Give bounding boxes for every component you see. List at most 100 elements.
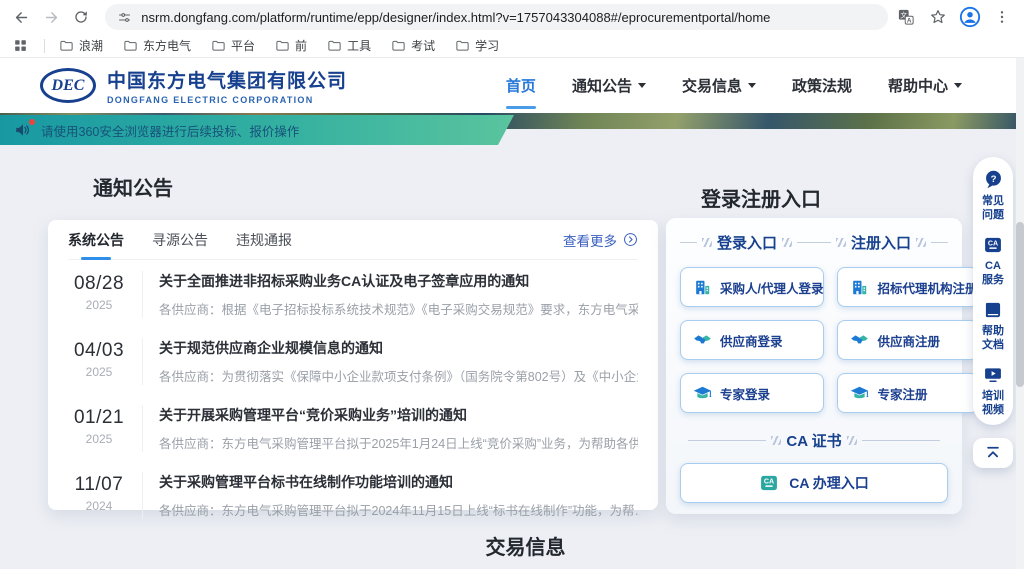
handshake-icon [693,331,712,350]
screen: nsrm.dongfang.com/platform/runtime/epp/d… [0,0,1024,569]
notices-card: 系统公告 寻源公告 违规通报 查看更多 08/28 2025 关于全面推进非招标… [48,220,658,510]
purchaser-agent-login-button[interactable]: 采购人/代理人登录 [680,267,824,307]
tab-violation-reports[interactable]: 违规通报 [236,220,292,259]
notice-year: 2025 [68,298,130,312]
apps-button[interactable] [10,36,30,56]
expert-login-button[interactable]: 专家登录 [680,373,824,413]
ca-apply-button[interactable]: CA 办理入口 [680,463,948,503]
notice-date-block: 08/28 2025 [68,271,130,312]
login-register-panel: 登录入口 注册入口 采购人/代理人登录 招标代理机构注册 供应商登录 [666,218,962,514]
bookmark-item[interactable]: 浪潮 [59,37,103,54]
nav-label: 政策法规 [792,75,852,96]
profile-button[interactable] [958,5,982,29]
bookmark-item[interactable]: 平台 [211,37,255,54]
rail-item-ca-service[interactable]: CA服务 [981,235,1005,287]
notice-desc: 各供应商：东方电气采购管理平台拟于2025年1月24日上线“竞价采购”业务，为帮… [159,433,638,452]
handshake-icon [850,331,869,350]
notice-date: 04/03 [68,340,130,362]
ca-header-label: CA 证书 [786,430,841,451]
chevron-down-icon [748,83,756,88]
back-button[interactable] [10,5,34,29]
bookmarks-divider [44,39,45,53]
translate-icon [897,8,915,26]
apps-grid-icon [13,38,28,53]
browser-menu-button[interactable] [990,5,1014,29]
expert-register-button[interactable]: 专家注册 [837,373,978,413]
tab-label: 寻源公告 [152,230,208,250]
kebab-menu-icon [994,9,1010,25]
nav-label: 交易信息 [682,75,742,96]
nav-item-help-center[interactable]: 帮助中心 [888,69,962,102]
rail-label: 常见问题 [981,194,1005,222]
rail-label: CA服务 [981,259,1005,287]
decor-line [688,440,766,441]
bookmark-label: 东方电气 [143,37,191,54]
entry-headers: 登录入口 注册入口 [680,232,948,253]
notices-section-heading: 通知公告 [58,172,173,201]
url-text[interactable]: nsrm.dongfang.com/platform/runtime/epp/d… [141,10,770,25]
tab-system-notices[interactable]: 系统公告 [68,220,124,259]
rail-item-training-videos[interactable]: 培训视频 [981,365,1005,417]
avatar-icon [959,6,981,28]
decor-line [931,242,948,243]
back-icon [13,9,30,26]
notice-item[interactable]: 01/21 2025 关于开展采购管理平台“竞价采购业务”培训的通知 各供应商：… [68,394,638,461]
register-header-label: 注册入口 [851,232,911,253]
bookmark-label: 工具 [347,37,371,54]
nav-label: 帮助中心 [888,75,948,96]
nav-item-trade-info[interactable]: 交易信息 [682,69,756,102]
button-label: 专家注册 [877,384,927,403]
star-icon [929,8,947,26]
bookmark-item[interactable]: 考试 [391,37,435,54]
nav-item-notices[interactable]: 通知公告 [572,69,646,102]
forward-button[interactable] [40,5,64,29]
toolbar-actions [894,5,1014,29]
bookmark-item[interactable]: 东方电气 [123,37,191,54]
page-scrollbar-thumb[interactable] [1016,222,1024,387]
chevron-down-icon [954,83,962,88]
notice-item[interactable]: 04/03 2025 关于规范供应商企业规模信息的通知 各供应商：为贯彻落实《保… [68,327,638,394]
browser-toolbar: nsrm.dongfang.com/platform/runtime/epp/d… [0,0,1024,34]
tab-sourcing-notices[interactable]: 寻源公告 [152,220,208,259]
notice-text-block: 关于采购管理平台标书在线制作功能培训的通知 各供应商：东方电气采购管理平台拟于2… [142,472,638,519]
quick-access-rail: 常见问题 CA服务 帮助文档 培训视频 [973,157,1013,425]
bookmark-item[interactable]: 学习 [455,37,499,54]
notice-date-block: 01/21 2025 [68,405,130,446]
notice-item[interactable]: 11/07 2024 关于采购管理平台标书在线制作功能培训的通知 各供应商：东方… [68,461,638,528]
site-settings-icon [117,10,132,25]
graduation-cap-icon [850,384,869,403]
bidding-agency-register-button[interactable]: 招标代理机构注册 [837,267,978,307]
login-entry-header: 登录入口 [680,232,814,253]
bookmark-item[interactable]: 前 [275,37,307,54]
supplier-register-button[interactable]: 供应商注册 [837,320,978,360]
button-label: 专家登录 [720,384,770,403]
button-label: 供应商登录 [720,331,783,350]
reload-button[interactable] [70,5,94,29]
rail-item-help-docs[interactable]: 帮助文档 [981,300,1005,352]
video-icon [983,365,1003,385]
rail-item-faq[interactable]: 常见问题 [981,169,1005,222]
decor-line [680,242,697,243]
supplier-login-button[interactable]: 供应商登录 [680,320,824,360]
bookmark-label: 平台 [231,37,255,54]
view-more-link[interactable]: 查看更多 [563,230,638,250]
nav-item-home[interactable]: 首页 [506,69,536,102]
address-bar[interactable]: nsrm.dongfang.com/platform/runtime/epp/d… [105,4,888,30]
notice-year: 2024 [68,499,130,513]
folder-icon [59,38,74,53]
question-icon [983,169,1004,190]
folder-icon [211,38,226,53]
site-header: DEC 中国东方电气集团有限公司 DONGFANG ELECTRIC CORPO… [0,58,1024,113]
login-header-label: 登录入口 [717,232,777,253]
folder-icon [123,38,138,53]
section-arrow-icon [666,187,687,208]
bookmark-item[interactable]: 工具 [327,37,371,54]
translate-button[interactable] [894,5,918,29]
notice-item[interactable]: 08/28 2025 关于全面推进非招标采购业务CA认证及电子签章应用的通知 各… [68,260,638,327]
back-to-top-button[interactable] [973,438,1013,468]
bookmark-page-button[interactable] [926,5,950,29]
ca-badge-icon [983,235,1003,255]
folder-icon [391,38,406,53]
site-logo[interactable]: DEC 中国东方电气集团有限公司 DONGFANG ELECTRIC CORPO… [40,66,347,105]
nav-item-policies[interactable]: 政策法规 [792,69,852,102]
